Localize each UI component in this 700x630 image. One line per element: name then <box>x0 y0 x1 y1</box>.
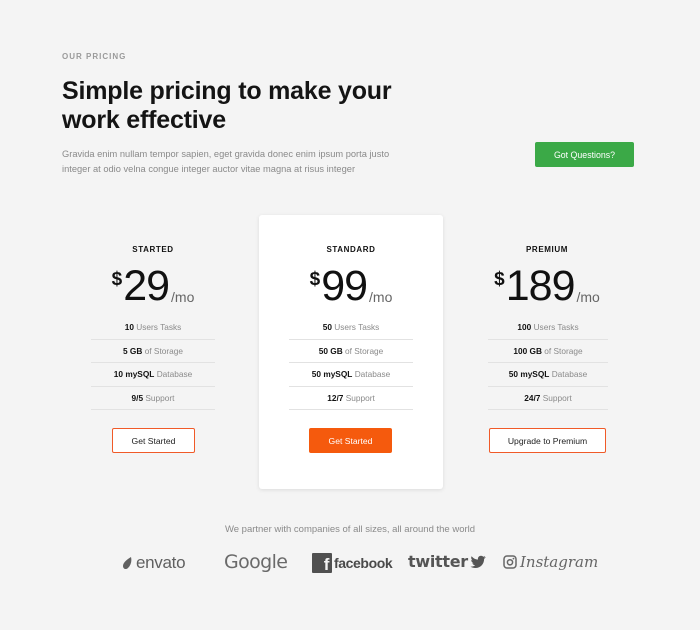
feature-label: Users Tasks <box>136 322 182 332</box>
feature-label: Support <box>345 392 375 403</box>
twitter-wordmark: twitter <box>408 552 468 571</box>
feature-item: 50 Users Tasks <box>289 316 413 340</box>
feature-item: 100 Users Tasks <box>488 316 608 340</box>
feature-label: of Storage <box>544 345 583 356</box>
feature-item: 10 mySQL Database <box>91 363 215 387</box>
feature-label: Database <box>354 369 391 379</box>
instagram-logo: Instagram <box>503 553 598 571</box>
feature-label: Users Tasks <box>334 322 380 332</box>
feature-value: 50 mySQL <box>311 369 353 379</box>
feature-item: 50 mySQL Database <box>488 363 608 387</box>
facebook-wordmark: facebook <box>334 555 393 571</box>
feature-label: Database <box>551 369 588 379</box>
feature-label: of Storage <box>144 345 183 356</box>
feature-value: 100 GB <box>513 345 542 356</box>
feature-list: 50 Users Tasks 50 GB of Storage 50 mySQL… <box>289 316 413 410</box>
eyebrow-label: OUR PRICING <box>62 52 127 61</box>
plan-price: $ 189 /mo <box>456 263 638 309</box>
feature-label: Users Tasks <box>533 322 579 332</box>
feature-label: Support <box>542 392 572 403</box>
feature-item: 5 GB of Storage <box>91 340 215 363</box>
plan-name: STARTED <box>132 245 174 254</box>
feature-item: 24/7 Support <box>488 387 608 410</box>
feature-label: Database <box>156 369 193 379</box>
price-period: /mo <box>576 289 600 305</box>
feature-item: 9/5 Support <box>91 387 215 410</box>
facebook-f-icon: f <box>312 553 332 573</box>
pricing-card-premium: PREMIUM $ 189 /mo 100 Users Tasks 100 GB… <box>456 215 638 489</box>
feature-value: 10 <box>124 322 134 332</box>
price-currency: $ <box>111 269 123 290</box>
price-amount: 29 <box>123 262 170 310</box>
plan-price: $ 29 /mo <box>61 263 245 309</box>
pricing-card-standard: STANDARD $ 99 /mo 50 Users Tasks 50 GB o… <box>259 215 443 489</box>
feature-value: 9/5 <box>131 392 144 403</box>
envato-wordmark: envato <box>136 553 186 572</box>
twitter-bird-icon <box>470 555 486 568</box>
price-period: /mo <box>369 289 393 305</box>
feature-label: of Storage <box>345 345 384 356</box>
feature-value: 5 GB <box>123 345 143 356</box>
price-currency: $ <box>494 269 505 290</box>
upgrade-to-premium-button[interactable]: Upgrade to Premium <box>489 428 606 453</box>
feature-value: 10 mySQL <box>113 369 155 379</box>
feature-value: 50 GB <box>318 345 343 356</box>
price-amount: 99 <box>321 262 368 310</box>
twitter-logo: twitter <box>408 552 487 571</box>
feature-item: 50 mySQL Database <box>289 363 413 387</box>
plan-name: STANDARD <box>326 245 376 254</box>
feature-value: 50 <box>322 322 332 332</box>
plan-name: PREMIUM <box>526 245 568 254</box>
price-currency: $ <box>309 269 321 290</box>
envato-leaf-icon <box>123 556 132 569</box>
feature-list: 100 Users Tasks 100 GB of Storage 50 myS… <box>488 316 608 410</box>
feature-label: Support <box>145 392 175 403</box>
plan-price: $ 99 /mo <box>259 263 443 309</box>
feature-value: 100 <box>517 322 532 332</box>
feature-item: 10 Users Tasks <box>91 316 215 340</box>
partner-logos: envato Google f facebook twitter Instagr… <box>0 548 700 578</box>
envato-logo: envato <box>122 553 186 573</box>
pricing-card-started: STARTED $ 29 /mo 10 Users Tasks 5 GB of … <box>61 215 245 489</box>
feature-item: 50 GB of Storage <box>289 340 413 363</box>
facebook-logo: f facebook <box>312 553 393 573</box>
instagram-camera-icon <box>503 555 517 569</box>
get-started-button[interactable]: Get Started <box>112 428 195 453</box>
feature-item: 100 GB of Storage <box>488 340 608 363</box>
price-period: /mo <box>171 289 195 305</box>
feature-list: 10 Users Tasks 5 GB of Storage 10 mySQL … <box>91 316 215 410</box>
price-amount: 189 <box>505 262 576 310</box>
feature-item: 12/7 Support <box>289 387 413 410</box>
feature-value: 50 mySQL <box>508 369 550 379</box>
got-questions-button[interactable]: Got Questions? <box>535 142 634 167</box>
google-wordmark: Google <box>224 551 288 573</box>
feature-value: 24/7 <box>524 392 541 403</box>
page-title: Simple pricing to make your work effecti… <box>62 77 392 134</box>
feature-value: 12/7 <box>327 392 344 403</box>
partners-caption: We partner with companies of all sizes, … <box>224 524 476 535</box>
page-subtitle: Gravida enim nullam tempor sapien, eget … <box>62 149 390 174</box>
google-logo: Google <box>224 551 288 573</box>
instagram-wordmark: Instagram <box>520 553 599 571</box>
get-started-button[interactable]: Get Started <box>309 428 392 453</box>
